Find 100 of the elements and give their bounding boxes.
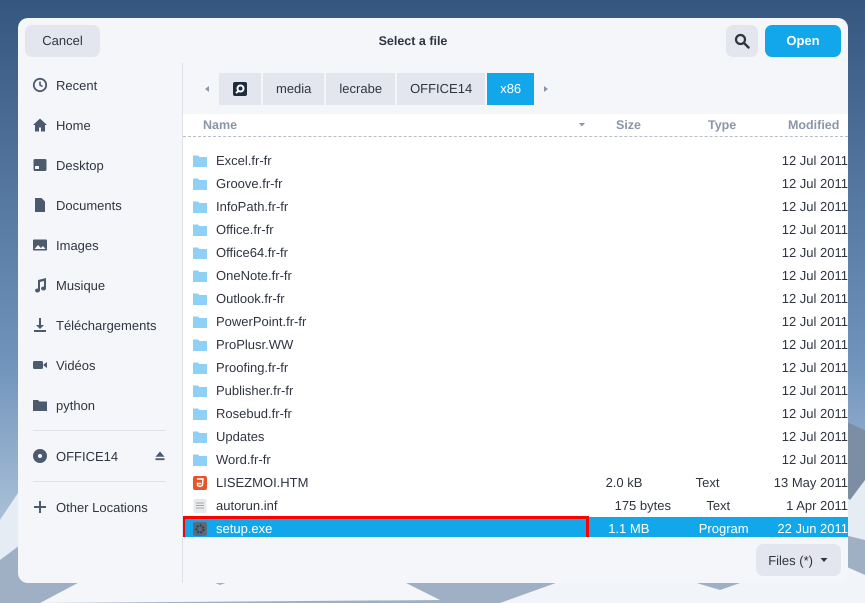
file-row[interactable]: InfoPath.fr-fr 12 Jul 2011 xyxy=(183,195,848,218)
file-date: 12 Jul 2011 xyxy=(782,314,848,329)
text-file-icon xyxy=(192,498,208,514)
file-date: 12 Jul 2011 xyxy=(782,268,848,283)
gear-icon xyxy=(192,520,208,536)
file-name: Excel.fr-fr xyxy=(216,153,272,168)
file-date: 12 Jul 2011 xyxy=(782,199,848,214)
file-name: InfoPath.fr-fr xyxy=(216,199,288,214)
file-name: Rosebud.fr-fr xyxy=(216,406,292,421)
caret-icon xyxy=(819,556,829,564)
file-row[interactable]: Updates 12 Jul 2011 xyxy=(183,425,848,448)
file-name: Office64.fr-fr xyxy=(216,245,288,260)
file-name: Outlook.fr-fr xyxy=(216,291,285,306)
file-row[interactable]: Proofing.fr-fr 12 Jul 2011 xyxy=(183,356,848,379)
file-date: 1 Apr 2011 xyxy=(786,498,848,513)
folder-icon xyxy=(192,268,208,284)
folder-icon xyxy=(192,290,208,306)
folder-icon xyxy=(192,428,208,444)
download-icon xyxy=(32,317,48,333)
file-type: Text xyxy=(706,498,730,513)
drive-button[interactable] xyxy=(219,72,261,104)
file-row[interactable]: Word.fr-fr 12 Jul 2011 xyxy=(183,448,848,471)
dialog-title: Select a file xyxy=(378,34,448,48)
folder-icon xyxy=(192,406,208,422)
sidebar-item[interactable]: Home xyxy=(18,105,182,145)
folder-icon xyxy=(32,397,48,413)
sidebar-item[interactable]: Téléchargements xyxy=(18,305,182,345)
file-date: 12 Jul 2011 xyxy=(782,406,848,421)
file-name: Updates xyxy=(216,429,264,444)
file-size: 175 bytes xyxy=(614,498,671,513)
eject-icon xyxy=(154,450,166,462)
path-button[interactable]: lecrabe xyxy=(326,72,396,104)
sidebar-item[interactable]: OFFICE14 xyxy=(18,436,182,476)
file-date: 12 Jul 2011 xyxy=(782,452,848,467)
folder-icon xyxy=(192,452,208,468)
file-row[interactable]: Office64.fr-fr 12 Jul 2011 xyxy=(183,241,848,264)
file-row[interactable]: Rosebud.fr-fr 12 Jul 2011 xyxy=(183,402,848,425)
folder-icon xyxy=(192,336,208,352)
file-size: 1.1 MB xyxy=(608,521,650,536)
file-date: 12 Jul 2011 xyxy=(782,429,848,444)
file-row[interactable]: autorun.inf 175 bytes Text 1 Apr 2011 xyxy=(183,494,848,517)
file-name: Office.fr-fr xyxy=(216,222,274,237)
file-row[interactable]: Groove.fr-fr 12 Jul 2011 xyxy=(183,172,848,195)
image-icon xyxy=(32,237,48,253)
file-name: ProPlusr.WW xyxy=(216,337,294,352)
folder-icon xyxy=(192,176,208,192)
file-row[interactable]: Office.fr-fr 12 Jul 2011 xyxy=(183,218,848,241)
file-row[interactable]: ProPlusr.WW 12 Jul 2011 xyxy=(183,333,848,356)
file-type: Text xyxy=(696,475,720,490)
file-filter-dropdown[interactable]: Files (*) xyxy=(756,544,841,576)
sidebar-item[interactable]: Vidéos xyxy=(18,345,182,385)
file-name: Groove.fr-fr xyxy=(216,176,282,191)
file-date: 12 Jul 2011 xyxy=(782,291,848,306)
folder-icon xyxy=(192,244,208,260)
music-note-icon xyxy=(32,277,48,293)
left-arrow-icon xyxy=(203,84,211,94)
sidebar-item[interactable]: Images xyxy=(18,225,182,265)
folder-icon xyxy=(192,198,208,214)
file-row[interactable]: OneNote.fr-fr 12 Jul 2011 xyxy=(183,264,848,287)
file-name: Word.fr-fr xyxy=(216,452,271,467)
right-arrow-icon xyxy=(542,84,550,94)
file-name: OneNote.fr-fr xyxy=(216,268,292,283)
sidebar-item[interactable]: Desktop xyxy=(18,145,182,185)
sidebar-item[interactable]: Documents xyxy=(18,185,182,225)
file-row[interactable]: Outlook.fr-fr 12 Jul 2011 xyxy=(183,287,848,310)
home-icon xyxy=(32,117,48,133)
search-icon xyxy=(734,32,750,48)
file-date: 12 Jul 2011 xyxy=(782,360,848,375)
cancel-button[interactable]: Cancel xyxy=(25,24,100,56)
path-button[interactable]: media xyxy=(263,72,324,104)
sidebar-item[interactable]: Recent xyxy=(18,65,182,105)
clock-icon xyxy=(32,77,48,93)
drive-icon xyxy=(232,80,248,96)
file-name: Publisher.fr-fr xyxy=(216,383,294,398)
file-row[interactable]: Publisher.fr-fr 12 Jul 2011 xyxy=(183,379,848,402)
file-size: 2.0 kB xyxy=(606,475,642,490)
sidebar-item[interactable]: python xyxy=(18,385,182,425)
folder-icon xyxy=(192,152,208,168)
sidebar-item[interactable]: Other Locations xyxy=(18,487,182,527)
eject-button[interactable] xyxy=(154,450,166,462)
plus-icon xyxy=(32,499,48,515)
file-row[interactable]: Excel.fr-fr 12 Jul 2011 xyxy=(183,149,848,172)
search-button[interactable] xyxy=(726,24,758,56)
file-type: Program xyxy=(698,521,749,536)
file-name: Proofing.fr-fr xyxy=(216,360,288,375)
file-name: autorun.inf xyxy=(216,498,278,513)
file-name: LISEZMOI.HTM xyxy=(216,475,308,490)
file-date: 12 Jul 2011 xyxy=(782,176,848,191)
sidebar-item[interactable]: Musique xyxy=(18,265,182,305)
file-date: 12 Jul 2011 xyxy=(782,153,848,168)
folder-icon xyxy=(192,382,208,398)
file-date: 12 Jul 2011 xyxy=(782,245,848,260)
file-row[interactable]: LISEZMOI.HTM 2.0 kB Text 13 May 2011 xyxy=(183,471,848,494)
folder-icon xyxy=(192,314,208,330)
file-date: 13 May 2011 xyxy=(774,475,848,490)
path-button[interactable]: OFFICE14 xyxy=(397,72,486,104)
file-row[interactable]: PowerPoint.fr-fr 12 Jul 2011 xyxy=(183,310,848,333)
file-name: setup.exe xyxy=(216,521,272,536)
disc-icon xyxy=(32,448,48,464)
file-date: 12 Jul 2011 xyxy=(782,383,848,398)
